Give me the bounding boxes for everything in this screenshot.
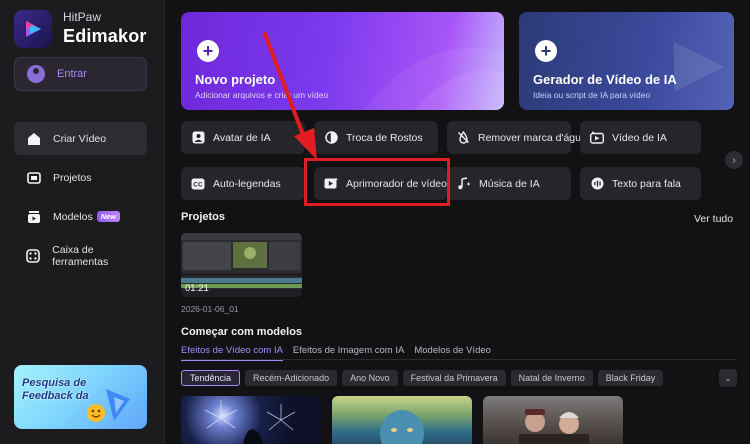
face-swap-icon (324, 131, 338, 145)
project-thumbnail[interactable]: 01:21 (181, 233, 302, 297)
sidebar-item-toolbox[interactable]: Caixa de ferramentas (14, 239, 147, 272)
see-all-link[interactable]: Ver tudo (694, 213, 733, 225)
app-logo (14, 10, 52, 48)
tool-label: Auto-legendas (213, 177, 281, 190)
tts-icon (590, 177, 604, 191)
sidebar-nav: Criar Vídeo Projetos Modelos New Caixa d… (14, 122, 147, 278)
new-project-card[interactable]: + Novo projeto Adicionar arquivos e cria… (181, 12, 504, 110)
brand-product: Edimakor (63, 26, 147, 46)
project-name: 2026-01-06_01 (181, 304, 239, 314)
tabs-divider (181, 359, 737, 360)
tool-label: Texto para fala (612, 177, 681, 190)
tool-face-swap[interactable]: Troca de Rostos (314, 121, 438, 154)
tool-label: Remover marca d'água (478, 131, 587, 144)
sidebar-item-label: Criar Vídeo (53, 132, 107, 145)
folder-icon (26, 170, 41, 185)
feedback-illustration-icon (87, 389, 130, 422)
sidebar-item-label: Modelos (53, 210, 93, 223)
hero-title: Novo projeto (195, 72, 276, 87)
filter-chips: Tendência Recém-Adicionado Ano Novo Fest… (181, 370, 664, 386)
project-duration: 01:21 (185, 283, 209, 294)
tool-label: Avatar de IA (213, 131, 271, 144)
svg-text:CC: CC (193, 181, 203, 188)
tool-ai-music[interactable]: Música de IA (447, 167, 571, 200)
chevron-right-icon: › (732, 154, 736, 166)
sidebar-item-templates[interactable]: Modelos New (14, 200, 147, 233)
watermark-remove-icon (457, 131, 470, 145)
template-card[interactable] (483, 396, 623, 444)
sidebar-item-label: Caixa de ferramentas (52, 243, 109, 268)
filter-chip-recent[interactable]: Recém-Adicionado (245, 370, 338, 386)
highlight-box (304, 158, 450, 206)
add-icon: + (535, 40, 557, 62)
tools-next-button[interactable]: › (725, 151, 743, 169)
tool-text-to-speech[interactable]: Texto para fala (580, 167, 701, 200)
add-icon: + (197, 40, 219, 62)
login-label: Entrar (57, 68, 87, 80)
templates-title: Começar com modelos (181, 326, 303, 338)
avatar-icon (27, 65, 45, 83)
tool-ai-video[interactable]: Vídeo de IA (580, 121, 701, 154)
avatar-icon (191, 131, 205, 145)
home-icon (26, 131, 41, 146)
filter-chip-trending[interactable]: Tendência (181, 370, 241, 386)
tool-ai-avatar[interactable]: Avatar de IA (181, 121, 305, 154)
hero-subtitle: Adicionar arquivos e criar um vídeo (195, 90, 329, 100)
sidebar-item-create-video[interactable]: Criar Vídeo (14, 122, 147, 155)
captions-icon: CC (191, 177, 205, 191)
tool-label: Troca de Rostos (346, 131, 423, 144)
couple-thumbnail-icon (519, 409, 589, 444)
sidebar: HitPaw Edimakor Entrar Criar Vídeo Proje… (0, 0, 165, 444)
hero-decoration-icon (364, 47, 504, 110)
filter-chip-black-friday[interactable]: Black Friday (597, 370, 664, 386)
template-card[interactable] (181, 396, 321, 444)
fireworks-thumbnail-icon (204, 400, 296, 444)
edimakor-logo-icon (26, 21, 41, 37)
new-badge: New (96, 211, 121, 222)
filter-chip-new-year[interactable]: Ano Novo (342, 370, 398, 386)
projects-title: Projetos (181, 211, 226, 223)
tool-remove-watermark[interactable]: Remover marca d'água (447, 121, 587, 154)
avatar-thumbnail-icon (380, 410, 424, 444)
feedback-banner[interactable]: Pesquisa de Feedback da (14, 365, 147, 429)
music-icon (457, 177, 471, 191)
sidebar-item-label: Projetos (53, 171, 92, 184)
toolbox-icon (26, 248, 40, 263)
hero-title: Gerador de Vídeo de IA (533, 72, 677, 87)
play-decoration-icon (674, 42, 724, 92)
ai-video-generator-card[interactable]: + Gerador de Vídeo de IA Ideia ou script… (519, 12, 734, 110)
filters-expand-button[interactable]: ⌄ (719, 369, 737, 387)
brand-company: HitPaw (63, 10, 102, 24)
tool-label: Música de IA (479, 177, 540, 190)
tool-label: Vídeo de IA (612, 131, 667, 144)
hero-subtitle: Ideia ou script de IA para vídeo (533, 90, 651, 100)
templates-icon (26, 209, 41, 224)
template-card[interactable] (332, 396, 472, 444)
tool-auto-captions[interactable]: CC Auto-legendas (181, 167, 305, 200)
login-button[interactable]: Entrar (14, 57, 147, 91)
sidebar-item-projects[interactable]: Projetos (14, 161, 147, 194)
ai-video-icon (590, 131, 604, 145)
main-content: + Novo projeto Adicionar arquivos e cria… (165, 0, 750, 444)
filter-chip-winter-christmas[interactable]: Natal de Inverno (510, 370, 593, 386)
chevron-down-icon: ⌄ (724, 372, 732, 383)
filter-chip-spring-festival[interactable]: Festival da Primavera (402, 370, 506, 386)
